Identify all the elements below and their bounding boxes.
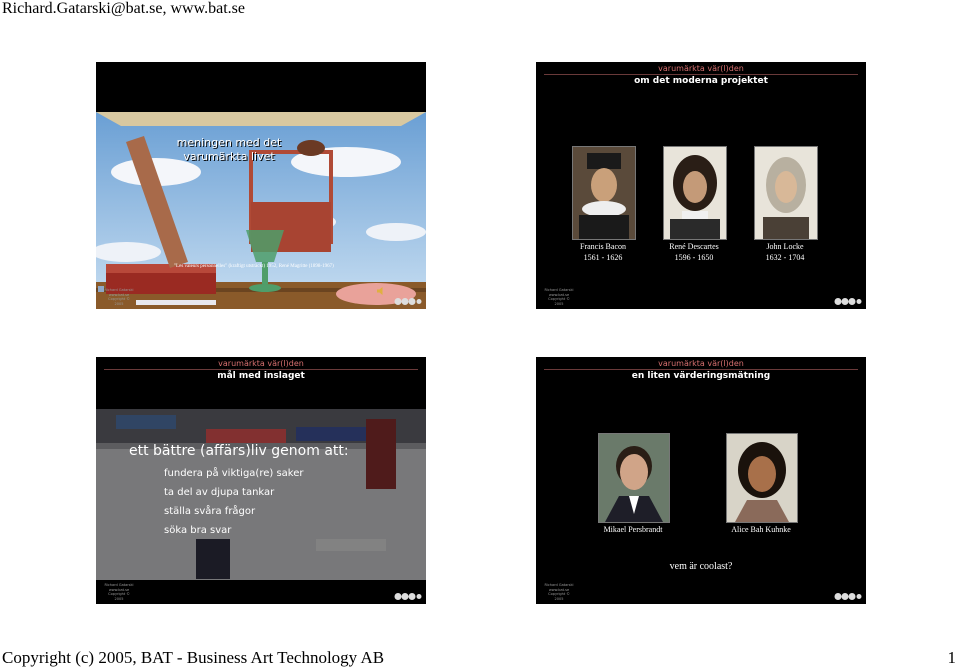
- person-bacon: Francis Bacon 1561 - 1626: [580, 242, 626, 262]
- person-descartes: René Descartes 1596 - 1650: [669, 242, 719, 262]
- slide-1: meningen med det varumärkta livet "Les v…: [96, 62, 426, 309]
- slide-footer: Richard Gatarski www.bat.se Copyright © 20…: [544, 288, 574, 306]
- person-bah-kuhnke: Alice Bah Kuhnke: [731, 525, 791, 534]
- page-footer: Copyright (c) 2005, BAT - Business Art T…: [2, 648, 385, 667]
- divider: [544, 369, 858, 370]
- goal-item: ta del av djupa tankar: [164, 487, 275, 498]
- slide-subtitle: mål med inslaget: [217, 371, 305, 381]
- person-persbrandt: Mikael Persbrandt: [603, 525, 663, 534]
- painting-caption: "Les valeurs personnelles" (kraftigt uts…: [174, 264, 334, 269]
- bat-logo: [834, 298, 862, 305]
- portrait-bacon: [572, 146, 636, 240]
- slide-footer: Richard Gatarski www.bat.se Copyright © 20…: [544, 583, 574, 601]
- slide-2: varumärkta vär(l)den om det moderna proj…: [536, 62, 866, 309]
- portrait-locke: [754, 146, 818, 240]
- slide-subtitle: en liten värderingsmätning: [631, 371, 771, 381]
- goal-item: ställa svåra frågor: [164, 506, 256, 517]
- bat-logo: [394, 593, 422, 600]
- slide-3: varumärkta vär(l)den mål med inslaget et…: [96, 357, 426, 604]
- divider: [104, 369, 418, 370]
- slide-3-lead: ett bättre (affärs)liv genom att:: [129, 443, 349, 459]
- bat-logo: [394, 298, 422, 305]
- person-locke: John Locke 1632 - 1704: [765, 242, 805, 262]
- goal-item: söka bra svar: [164, 525, 232, 536]
- photo-bah-kuhnke: [726, 433, 798, 523]
- page-number: 1: [947, 648, 957, 667]
- slide-kicker: varumärkta vär(l)den: [218, 359, 304, 368]
- question: vem är coolast?: [669, 561, 733, 572]
- speaker-icon[interactable]: [376, 286, 386, 296]
- portrait-descartes: [663, 146, 727, 240]
- slide-footer: Richard Gatarski www.bat.se Copyright © 20…: [104, 288, 134, 306]
- photo-persbrandt: [598, 433, 670, 523]
- slide-kicker: varumärkta vär(l)den: [658, 64, 744, 73]
- slide-subtitle: om det moderna projektet: [634, 76, 768, 86]
- slide-kicker: varumärkta vär(l)den: [658, 359, 744, 368]
- slide-1-title: meningen med det varumärkta livet: [176, 136, 282, 163]
- slide-4: varumärkta vär(l)den en liten värderings…: [536, 357, 866, 604]
- slide-footer: Richard Gatarski www.bat.se Copyright © 20…: [104, 583, 134, 601]
- bat-logo: [834, 593, 862, 600]
- divider: [544, 74, 858, 75]
- goal-item: fundera på viktiga(re) saker: [164, 468, 304, 479]
- page-header: Richard.Gatarski@bat.se, www.bat.se: [2, 0, 245, 17]
